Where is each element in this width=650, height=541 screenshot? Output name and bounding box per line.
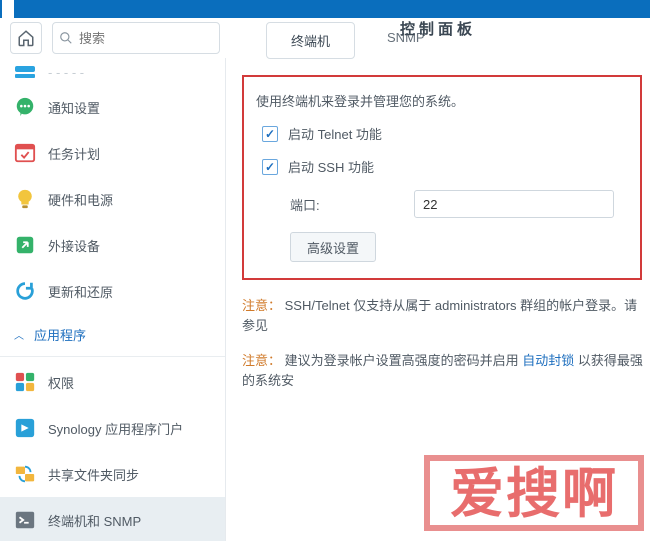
telnet-row[interactable]: ✓ 启动 Telnet 功能 [262, 124, 628, 143]
sidebar-item-hardware-power[interactable]: 硬件和电源 [0, 176, 225, 222]
titlebar-icon [2, 0, 14, 18]
chat-icon [14, 96, 36, 118]
regional-icon [14, 61, 36, 83]
tab-terminal[interactable]: 终端机 [266, 22, 355, 59]
note-prefix: 注意： [242, 353, 281, 368]
sidebar-item-label: Synology 应用程序门户 [48, 419, 183, 438]
sidebar-section-label: 应用程序 [34, 325, 86, 344]
auto-block-link[interactable]: 自动封锁 [522, 353, 574, 368]
checkbox-checked-icon[interactable]: ✓ [262, 159, 278, 175]
search-icon [59, 31, 73, 45]
sidebar-section-apps[interactable]: ︿ 应用程序 [0, 314, 225, 354]
bulb-icon [14, 188, 36, 210]
sidebar-item-update-restore[interactable]: 更新和还原 [0, 268, 225, 314]
port-label: 端口: [290, 195, 414, 214]
note-1: 注意： SSH/Telnet 仅支持从属于 administrators 群组的… [242, 296, 650, 335]
sidebar-item-external-devices[interactable]: 外接设备 [0, 222, 225, 268]
ssh-row[interactable]: ✓ 启动 SSH 功能 [262, 157, 628, 176]
sidebar-item-terminal-snmp[interactable]: 终端机和 SNMP [0, 497, 225, 541]
sidebar-item-label: - - - - - [48, 65, 84, 80]
sidebar-item-truncated[interactable]: - - - - - [0, 60, 225, 84]
sidebar-item-privileges[interactable]: 权限 [0, 359, 225, 405]
panel-description: 使用终端机来登录并管理您的系统。 [256, 91, 628, 110]
calendar-icon [14, 142, 36, 164]
sidebar-item-label: 共享文件夹同步 [48, 465, 139, 484]
note-2: 注意： 建议为登录帐户设置高强度的密码并启用 自动封锁 以获得最强的系统安 [242, 351, 650, 390]
tab-snmp[interactable]: SNMP [363, 22, 449, 59]
grid-icon [14, 371, 36, 393]
ssh-label: 启动 SSH 功能 [288, 157, 374, 176]
sidebar-item-notification[interactable]: 通知设置 [0, 84, 225, 130]
refresh-icon [14, 280, 36, 302]
sidebar-item-label: 外接设备 [48, 236, 100, 255]
window-titlebar [0, 0, 650, 18]
search-input-wrap[interactable] [52, 22, 220, 54]
note-body-a: 建议为登录帐户设置高强度的密码并启用 [285, 353, 523, 368]
watermark: 爱搜啊 [424, 455, 644, 531]
sidebar: - - - - - 通知设置 任务计划 硬件和电源 外接设备 [0, 58, 226, 541]
sync-icon [14, 463, 36, 485]
home-icon [17, 29, 35, 47]
chevron-up-icon: ︿ [14, 327, 24, 342]
sidebar-item-label: 通知设置 [48, 98, 100, 117]
note-body: SSH/Telnet 仅支持从属于 administrators 群组的帐户登录… [242, 298, 637, 333]
divider [0, 356, 225, 357]
tab-bar: 终端机 SNMP [266, 22, 650, 59]
sidebar-item-label: 权限 [48, 373, 74, 392]
sidebar-item-label: 任务计划 [48, 144, 100, 163]
sidebar-item-shared-folder-sync[interactable]: 共享文件夹同步 [0, 451, 225, 497]
telnet-label: 启动 Telnet 功能 [288, 124, 382, 143]
external-icon [14, 234, 36, 256]
sidebar-item-label: 终端机和 SNMP [48, 511, 141, 530]
note-prefix: 注意： [242, 298, 281, 313]
advanced-settings-button[interactable]: 高级设置 [290, 232, 376, 262]
portal-icon [14, 417, 36, 439]
port-input[interactable] [414, 190, 614, 218]
sidebar-item-task-scheduler[interactable]: 任务计划 [0, 130, 225, 176]
terminal-icon [14, 509, 36, 531]
search-input[interactable] [79, 31, 213, 46]
highlighted-region: 使用终端机来登录并管理您的系统。 ✓ 启动 Telnet 功能 ✓ 启动 SSH… [242, 75, 642, 280]
sidebar-item-label: 更新和还原 [48, 282, 113, 301]
home-button[interactable] [10, 22, 42, 54]
sidebar-item-label: 硬件和电源 [48, 190, 113, 209]
checkbox-checked-icon[interactable]: ✓ [262, 126, 278, 142]
sidebar-item-app-portal[interactable]: Synology 应用程序门户 [0, 405, 225, 451]
